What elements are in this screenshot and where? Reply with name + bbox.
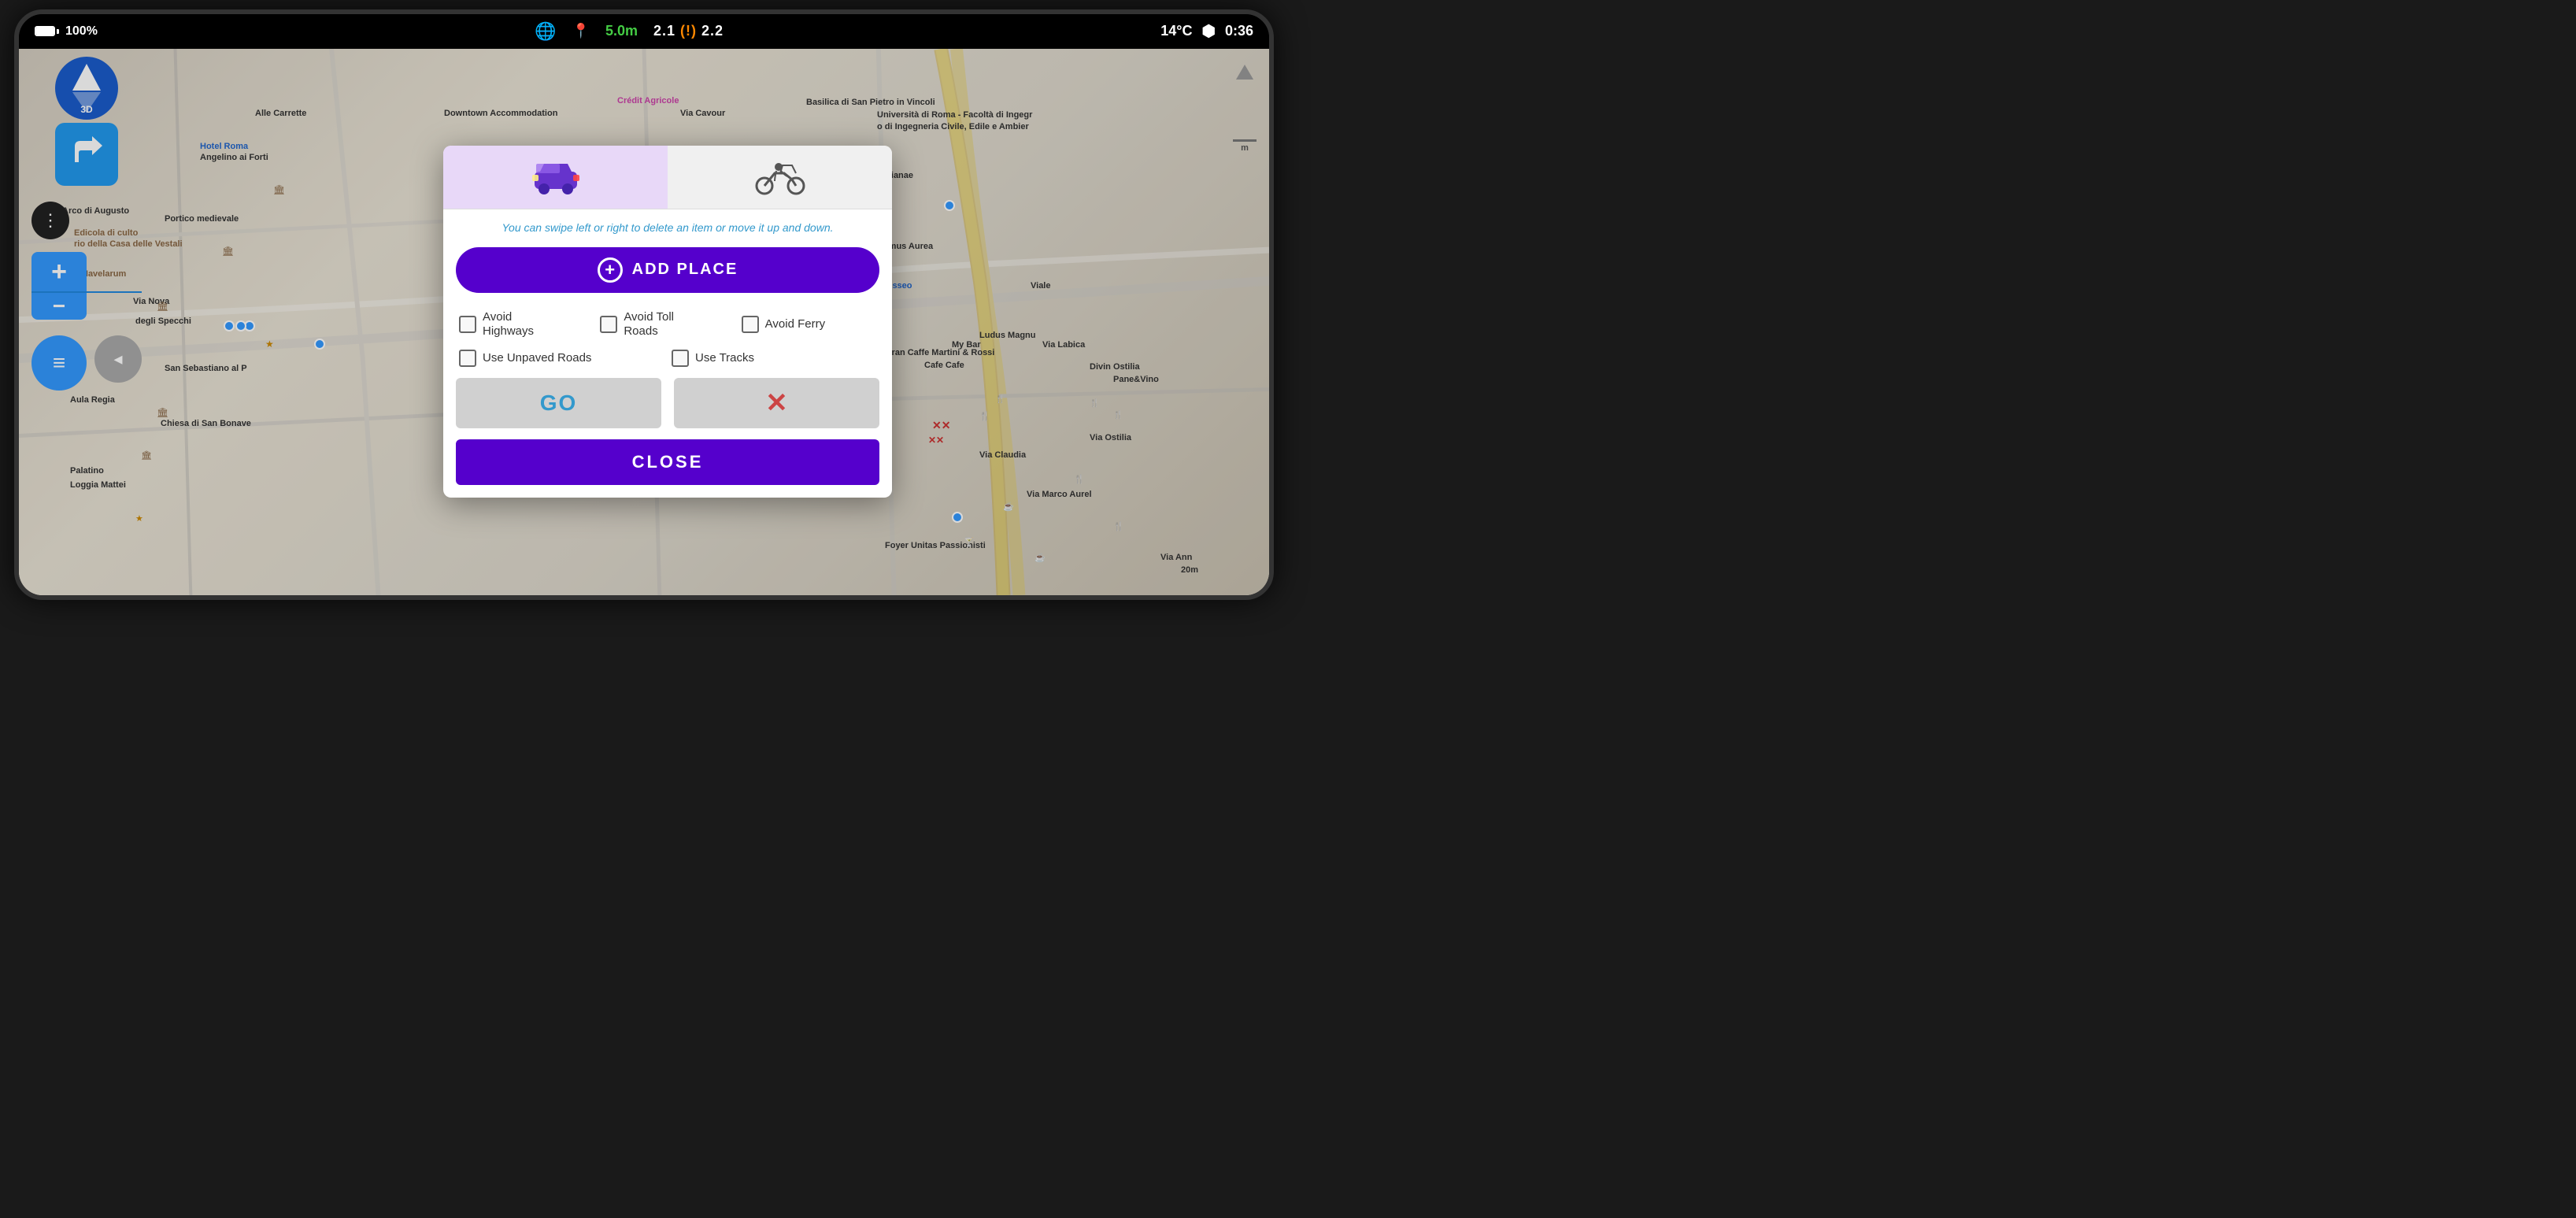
avoid-ferry-option[interactable]: Avoid Ferry	[742, 310, 876, 339]
avoid-ferry-label: Avoid Ferry	[765, 317, 825, 331]
add-place-plus-icon: +	[598, 257, 623, 283]
route-modal-overlay: You can swipe left or right to delete an…	[19, 49, 1269, 595]
bluetooth-icon: ⬢	[1201, 21, 1215, 41]
avoid-toll-checkbox[interactable]	[600, 316, 617, 333]
use-tracks-checkbox[interactable]	[672, 350, 689, 367]
use-unpaved-option[interactable]: Use Unpaved Roads	[459, 350, 664, 367]
action-buttons: GO ✕	[443, 378, 892, 428]
add-place-label: ADD PLACE	[632, 261, 738, 279]
avoid-ferry-checkbox[interactable]	[742, 316, 759, 333]
close-button-label: CLOSE	[632, 452, 704, 472]
status-center: 🌐 📍 5.0m 2.1 (!) 2.2	[535, 21, 724, 42]
use-unpaved-label: Use Unpaved Roads	[483, 351, 591, 365]
status-right: 14°C ⬢ 0:36	[1160, 21, 1253, 41]
cancel-button[interactable]: ✕	[674, 378, 879, 428]
avoid-toll-option[interactable]: Avoid TollRoads	[600, 310, 735, 339]
status-left: 100%	[35, 24, 98, 39]
use-tracks-label: Use Tracks	[695, 351, 754, 365]
car-mode-tab[interactable]	[443, 146, 668, 209]
go-button-label: GO	[540, 391, 578, 416]
speed-display: 2.1 (!) 2.2	[653, 23, 724, 39]
battery-percent: 100%	[65, 24, 98, 39]
globe-icon: 🌐	[535, 21, 556, 42]
cancel-x-icon: ✕	[765, 387, 788, 419]
options-row-1: AvoidHighways Avoid TollRoads Avoid Ferr…	[443, 304, 892, 350]
avoid-highways-label: AvoidHighways	[483, 310, 534, 339]
transport-tabs	[443, 146, 892, 209]
options-row-2: Use Unpaved Roads Use Tracks	[443, 350, 892, 378]
avoid-highways-checkbox[interactable]	[459, 316, 476, 333]
avoid-highways-option[interactable]: AvoidHighways	[459, 310, 594, 339]
close-button[interactable]: CLOSE	[456, 439, 879, 485]
clock-display: 0:36	[1225, 23, 1253, 39]
add-place-button[interactable]: + ADD PLACE	[456, 247, 879, 293]
motorcycle-mode-tab[interactable]	[668, 146, 892, 209]
gps-value: 5.0m	[605, 23, 638, 39]
temperature-display: 14°C	[1160, 23, 1192, 39]
go-button[interactable]: GO	[456, 378, 661, 428]
device-frame: 100% 🌐 📍 5.0m 2.1 (!) 2.2 14°C ⬢ 0:36	[14, 9, 1274, 600]
use-tracks-option[interactable]: Use Tracks	[672, 350, 876, 367]
battery-icon	[35, 26, 59, 36]
status-bar: 100% 🌐 📍 5.0m 2.1 (!) 2.2 14°C ⬢ 0:36	[19, 14, 1269, 49]
use-unpaved-checkbox[interactable]	[459, 350, 476, 367]
gps-icon: 📍	[572, 23, 590, 39]
hint-text: You can swipe left or right to delete an…	[443, 209, 892, 247]
avoid-toll-label: Avoid TollRoads	[624, 310, 674, 339]
route-modal: You can swipe left or right to delete an…	[443, 146, 892, 498]
